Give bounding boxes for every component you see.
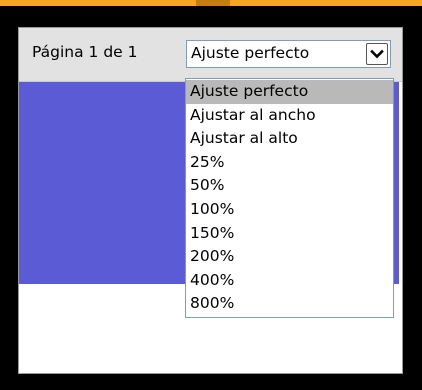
zoom-option-50[interactable]: 50% <box>186 174 393 198</box>
zoom-dropdown-list: Ajuste perfecto Ajustar al ancho Ajustar… <box>185 78 394 318</box>
zoom-option-fit[interactable]: Ajuste perfecto <box>186 80 393 104</box>
zoom-option-150[interactable]: 150% <box>186 222 393 246</box>
top-accent-bar <box>0 0 422 6</box>
zoom-select-value: Ajuste perfecto <box>191 44 310 62</box>
viewer-toolbar: Página 1 de 1 Ajuste perfecto <box>19 28 402 82</box>
zoom-option-400[interactable]: 400% <box>186 269 393 293</box>
zoom-option-25[interactable]: 25% <box>186 151 393 175</box>
zoom-option-800[interactable]: 800% <box>186 292 393 316</box>
chevron-down-icon[interactable] <box>366 43 388 65</box>
zoom-option-fit-height[interactable]: Ajustar al alto <box>186 127 393 151</box>
zoom-select[interactable]: Ajuste perfecto <box>186 40 391 68</box>
zoom-option-100[interactable]: 100% <box>186 198 393 222</box>
viewer-panel: Página 1 de 1 Ajuste perfecto Ajuste per… <box>18 27 403 374</box>
zoom-option-200[interactable]: 200% <box>186 245 393 269</box>
page-indicator: Página 1 de 1 <box>32 43 138 61</box>
top-accent-notch <box>196 0 230 6</box>
zoom-option-fit-width[interactable]: Ajustar al ancho <box>186 104 393 128</box>
